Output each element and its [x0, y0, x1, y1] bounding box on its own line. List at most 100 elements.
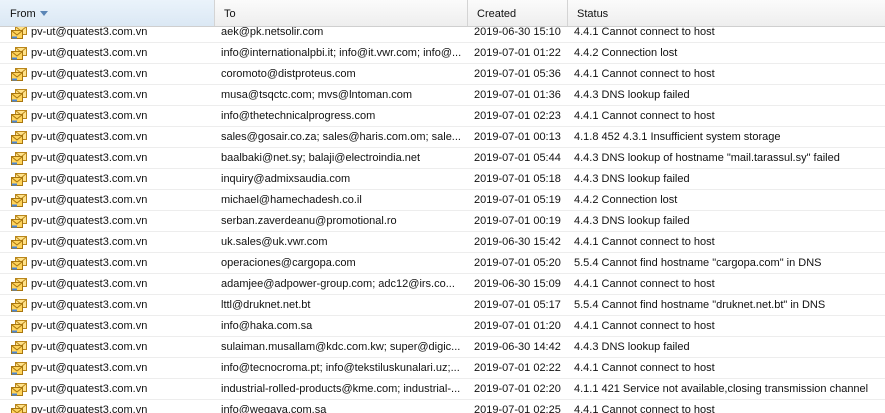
- created-time: 2019-07-01 05:19: [474, 194, 561, 206]
- delivery-status: 4.4.1 Cannot connect to host: [574, 404, 715, 413]
- outbox-envelope-icon: [11, 361, 27, 375]
- from-address: pv-ut@quatest3.com.vn: [31, 340, 148, 353]
- outbox-envelope-icon: [11, 319, 27, 333]
- to-addresses: lttl@druknet.net.bt: [221, 299, 311, 311]
- table-row[interactable]: pv-ut@quatest3.com.vn info@tecnocroma.pt…: [0, 358, 885, 379]
- to-addresses: info@internationalpbi.it; info@it.vwr.co…: [221, 47, 462, 59]
- outbox-envelope-icon: [11, 172, 27, 186]
- outbox-envelope-icon: [11, 235, 27, 249]
- from-cell: pv-ut@quatest3.com.vn: [0, 379, 215, 399]
- outbox-envelope-icon: [11, 130, 27, 144]
- column-header-status-label: Status: [577, 8, 609, 20]
- to-addresses: info@haka.com.sa: [221, 320, 313, 332]
- to-addresses: sulaiman.musallam@kdc.com.kw; super@digi…: [221, 341, 461, 353]
- message-rows: pv-ut@quatest3.com.vn aek@pk.netsolir.co…: [0, 22, 885, 413]
- created-time: 2019-07-01 00:19: [474, 215, 561, 227]
- table-row[interactable]: pv-ut@quatest3.com.vn uk.sales@uk.vwr.co…: [0, 232, 885, 253]
- outbox-envelope-icon: [11, 67, 27, 81]
- delivery-status: 4.4.3 DNS lookup failed: [574, 89, 690, 101]
- from-address: pv-ut@quatest3.com.vn: [31, 235, 148, 248]
- to-addresses: info@thetechnicalprogress.com: [221, 110, 376, 122]
- created-time: 2019-07-01 00:13: [474, 131, 561, 143]
- delivery-status: 5.5.4 Cannot find hostname "druknet.net.…: [574, 299, 826, 311]
- created-time: 2019-06-30 15:42: [474, 236, 561, 248]
- created-time: 2019-07-01 02:25: [474, 404, 561, 413]
- table-row[interactable]: pv-ut@quatest3.com.vn michael@hamechades…: [0, 190, 885, 211]
- from-address: pv-ut@quatest3.com.vn: [31, 382, 148, 395]
- table-row[interactable]: pv-ut@quatest3.com.vn info@haka.com.sa 2…: [0, 316, 885, 337]
- table-row[interactable]: pv-ut@quatest3.com.vn info@thetechnicalp…: [0, 106, 885, 127]
- outbox-envelope-icon: [11, 382, 27, 396]
- created-time: 2019-07-01 05:17: [474, 299, 561, 311]
- table-row[interactable]: pv-ut@quatest3.com.vn musa@tsqctc.com; m…: [0, 85, 885, 106]
- from-address: pv-ut@quatest3.com.vn: [31, 298, 148, 311]
- to-addresses: uk.sales@uk.vwr.com: [221, 236, 328, 248]
- table-row[interactable]: pv-ut@quatest3.com.vn adamjee@adpower-gr…: [0, 274, 885, 295]
- to-addresses: coromoto@distproteus.com: [221, 68, 356, 80]
- outbox-envelope-icon: [11, 277, 27, 291]
- from-address: pv-ut@quatest3.com.vn: [31, 193, 148, 206]
- to-addresses: adamjee@adpower-group.com; adc12@irs.co.…: [221, 278, 455, 290]
- from-cell: pv-ut@quatest3.com.vn: [0, 106, 215, 126]
- from-cell: pv-ut@quatest3.com.vn: [0, 211, 215, 231]
- from-cell: pv-ut@quatest3.com.vn: [0, 295, 215, 315]
- delivery-status: 4.4.2 Connection lost: [574, 194, 678, 206]
- created-time: 2019-07-01 01:20: [474, 320, 561, 332]
- from-cell: pv-ut@quatest3.com.vn: [0, 316, 215, 336]
- from-address: pv-ut@quatest3.com.vn: [31, 151, 148, 164]
- table-row[interactable]: pv-ut@quatest3.com.vn serban.zaverdeanu@…: [0, 211, 885, 232]
- from-address: pv-ut@quatest3.com.vn: [31, 361, 148, 374]
- to-addresses: serban.zaverdeanu@promotional.ro: [221, 215, 397, 227]
- table-row[interactable]: pv-ut@quatest3.com.vn sulaiman.musallam@…: [0, 337, 885, 358]
- table-row[interactable]: pv-ut@quatest3.com.vn info@international…: [0, 43, 885, 64]
- from-cell: pv-ut@quatest3.com.vn: [0, 232, 215, 252]
- table-row[interactable]: pv-ut@quatest3.com.vn operaciones@cargop…: [0, 253, 885, 274]
- to-addresses: michael@hamechadesh.co.il: [221, 194, 362, 206]
- created-time: 2019-07-01 01:22: [474, 47, 561, 59]
- from-cell: pv-ut@quatest3.com.vn: [0, 274, 215, 294]
- from-address: pv-ut@quatest3.com.vn: [31, 214, 148, 227]
- from-cell: pv-ut@quatest3.com.vn: [0, 253, 215, 273]
- table-row[interactable]: pv-ut@quatest3.com.vn lttl@druknet.net.b…: [0, 295, 885, 316]
- from-address: pv-ut@quatest3.com.vn: [31, 277, 148, 290]
- table-row[interactable]: pv-ut@quatest3.com.vn sales@gosair.co.za…: [0, 127, 885, 148]
- column-header-created[interactable]: Created: [468, 0, 568, 26]
- delivery-status: 4.1.1 421 Service not available,closing …: [574, 383, 869, 395]
- delivery-status: 4.4.1 Cannot connect to host: [574, 68, 715, 80]
- column-header-status[interactable]: Status: [568, 0, 885, 26]
- from-address: pv-ut@quatest3.com.vn: [31, 403, 148, 413]
- from-address: pv-ut@quatest3.com.vn: [31, 130, 148, 143]
- to-addresses: info@tecnocroma.pt; info@tekstiluskunala…: [221, 362, 460, 374]
- table-row[interactable]: pv-ut@quatest3.com.vn inquiry@admixsaudi…: [0, 169, 885, 190]
- delivery-status: 4.4.3 DNS lookup failed: [574, 173, 690, 185]
- created-time: 2019-07-01 02:22: [474, 362, 561, 374]
- column-header-to[interactable]: To: [215, 0, 468, 26]
- to-addresses: sales@gosair.co.za; sales@haris.com.om; …: [221, 131, 461, 143]
- from-cell: pv-ut@quatest3.com.vn: [0, 169, 215, 189]
- table-row[interactable]: pv-ut@quatest3.com.vn baalbaki@net.sy; b…: [0, 148, 885, 169]
- from-cell: pv-ut@quatest3.com.vn: [0, 190, 215, 210]
- to-addresses: musa@tsqctc.com; mvs@lntoman.com: [221, 89, 413, 101]
- outbox-envelope-icon: [11, 88, 27, 102]
- from-cell: pv-ut@quatest3.com.vn: [0, 148, 215, 168]
- delivery-status: 4.4.1 Cannot connect to host: [574, 110, 715, 122]
- delivery-status: 4.1.8 452 4.3.1 Insufficient system stor…: [574, 131, 781, 143]
- from-cell: pv-ut@quatest3.com.vn: [0, 43, 215, 63]
- outbox-envelope-icon: [11, 25, 27, 39]
- sort-descending-icon: [39, 11, 48, 16]
- from-cell: pv-ut@quatest3.com.vn: [0, 358, 215, 378]
- outbox-envelope-icon: [11, 109, 27, 123]
- from-cell: pv-ut@quatest3.com.vn: [0, 337, 215, 357]
- table-row[interactable]: pv-ut@quatest3.com.vn coromoto@distprote…: [0, 64, 885, 85]
- table-row[interactable]: pv-ut@quatest3.com.vn industrial-rolled-…: [0, 379, 885, 400]
- outbox-envelope-icon: [11, 340, 27, 354]
- delivery-status: 4.4.2 Connection lost: [574, 47, 678, 59]
- delivery-status: 4.4.1 Cannot connect to host: [574, 362, 715, 374]
- column-header-to-label: To: [224, 8, 236, 20]
- created-time: 2019-06-30 14:42: [474, 341, 561, 353]
- column-header-from[interactable]: From: [0, 0, 215, 26]
- from-address: pv-ut@quatest3.com.vn: [31, 319, 148, 332]
- created-time: 2019-07-01 05:18: [474, 173, 561, 185]
- outbox-envelope-icon: [11, 403, 27, 413]
- table-row[interactable]: pv-ut@quatest3.com.vn info@wegaya.com.sa…: [0, 400, 885, 413]
